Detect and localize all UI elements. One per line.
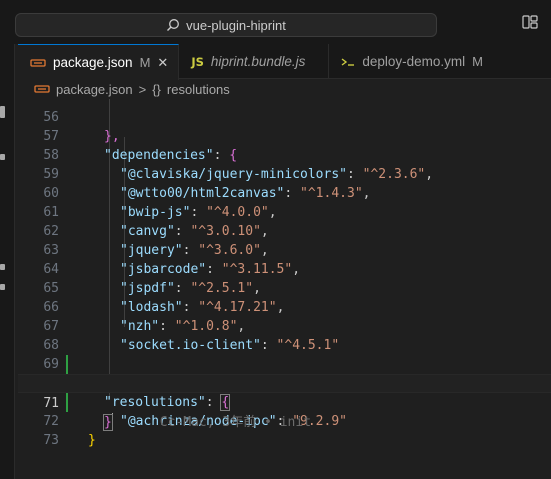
tab-label: deploy-demo.yml <box>362 54 466 69</box>
code-line: 68 }, <box>18 317 551 391</box>
code-line: 56 }, <box>18 99 551 144</box>
object-symbol-icon: {} <box>152 81 161 97</box>
search-text: vue-plugin-hiprint <box>186 17 286 33</box>
line-number: 73 <box>43 433 59 448</box>
layout-panels-icon[interactable] <box>522 15 538 29</box>
code-line: 58 "@claviska/jquery-minicolors": "^2.3.… <box>18 127 551 182</box>
editor-tab-bar: package.json M ✕ JS hiprint.bundle.js de… <box>18 44 551 80</box>
activity-item-icon[interactable] <box>0 106 5 118</box>
breadcrumb: package.json > {} resolutions <box>18 79 551 99</box>
title-bar: vue-plugin-hiprint <box>0 0 551 44</box>
code-line: 64 "jspdf": "^2.5.1", <box>18 241 551 296</box>
activity-item-icon[interactable] <box>0 154 5 160</box>
code-line: 73 <box>18 412 551 448</box>
modified-badge: M <box>472 54 483 69</box>
json-file-icon <box>30 58 46 67</box>
tab-package-json[interactable]: package.json M ✕ <box>18 44 180 80</box>
search-icon <box>167 19 180 31</box>
code-line: 72 } <box>18 393 551 448</box>
current-code-line: 71 } Cc-Mac, 3年前 • init <box>18 374 551 431</box>
breadcrumb-symbol[interactable]: resolutions <box>167 82 230 97</box>
code-line: 65 "lodash": "^4.17.21", <box>18 260 551 315</box>
code-line: 60 "bwip-js": "^4.0.0", <box>18 165 551 220</box>
yaml-file-icon <box>341 57 355 66</box>
breadcrumb-file[interactable]: package.json <box>56 82 133 97</box>
code-line: 57 "dependencies": { <box>18 108 551 163</box>
code-line: 66 "nzh": "^1.0.8", <box>18 279 551 334</box>
code-line: 59 "@wtto00/html2canvas": "^1.4.3", <box>18 146 551 201</box>
js-file-icon: JS <box>191 54 204 69</box>
command-center-search[interactable]: vue-plugin-hiprint <box>15 13 437 37</box>
tab-label: package.json <box>53 55 133 70</box>
code-line: 69 "resolutions": { <box>18 336 551 411</box>
code-editor[interactable]: 56 }, 57 "dependencies": { 58 "@claviska… <box>18 99 551 479</box>
code-line: 61 "canvg": "^3.0.10", <box>18 184 551 239</box>
activity-item-icon[interactable] <box>0 284 5 290</box>
tab-hiprint-bundle[interactable]: JS hiprint.bundle.js <box>179 44 330 79</box>
code-text: } <box>88 433 96 448</box>
code-line: 63 "jsbarcode": "^3.11.5", <box>18 222 551 277</box>
code-line: 67 "socket.io-client": "^4.5.1" <box>18 298 551 353</box>
tab-label: hiprint.bundle.js <box>210 54 306 69</box>
modified-badge: M <box>139 55 151 70</box>
close-icon[interactable]: ✕ <box>157 55 168 71</box>
json-file-icon <box>34 85 50 93</box>
activity-bar <box>0 44 15 479</box>
tab-deploy-demo[interactable]: deploy-demo.yml M <box>329 44 493 79</box>
chevron-right-icon: > <box>138 81 147 97</box>
activity-item-icon[interactable] <box>0 264 5 270</box>
code-line: 62 "jquery": "^3.6.0", <box>18 203 551 258</box>
code-line: 70 "@achrinza/node-ipc": "9.2.9" <box>18 355 551 429</box>
